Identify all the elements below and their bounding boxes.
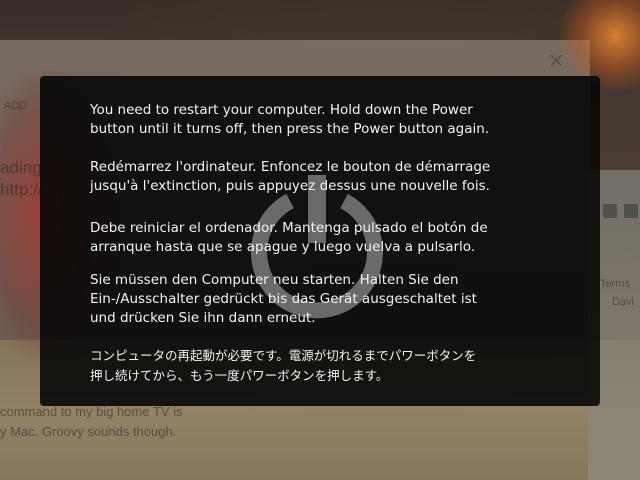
thumbnail-icon xyxy=(603,204,617,218)
restart-message-spanish: Debe reiniciar el ordenador. Mantenga pu… xyxy=(90,220,488,255)
restart-message-french: Redémarrez l'ordinateur. Enfoncez le bou… xyxy=(90,159,491,194)
restart-message-german: Sie müssen den Computer neu starten. Hal… xyxy=(90,272,477,326)
restart-message-english: You need to restart your computer. Hold … xyxy=(90,102,490,137)
restart-dialog: You need to restart your computer. Hold … xyxy=(40,76,600,406)
comment-line: y Mac. Groovy sounds though. xyxy=(0,424,177,439)
author-name: Davi xyxy=(612,296,635,308)
terms-link: Terms xyxy=(600,278,630,290)
comment-line: command to my big home TV is xyxy=(0,404,183,419)
loading-text: ading xyxy=(0,158,42,177)
thumbnail-icon xyxy=(624,204,638,218)
close-icon: × xyxy=(548,48,565,72)
url-text: http:// xyxy=(0,180,43,199)
add-label: ADD xyxy=(4,100,28,112)
restart-message-japanese: コンピュータの再起動が必要です。電源が切れるまでパワーボタンを 押し続けてから、… xyxy=(90,348,477,383)
